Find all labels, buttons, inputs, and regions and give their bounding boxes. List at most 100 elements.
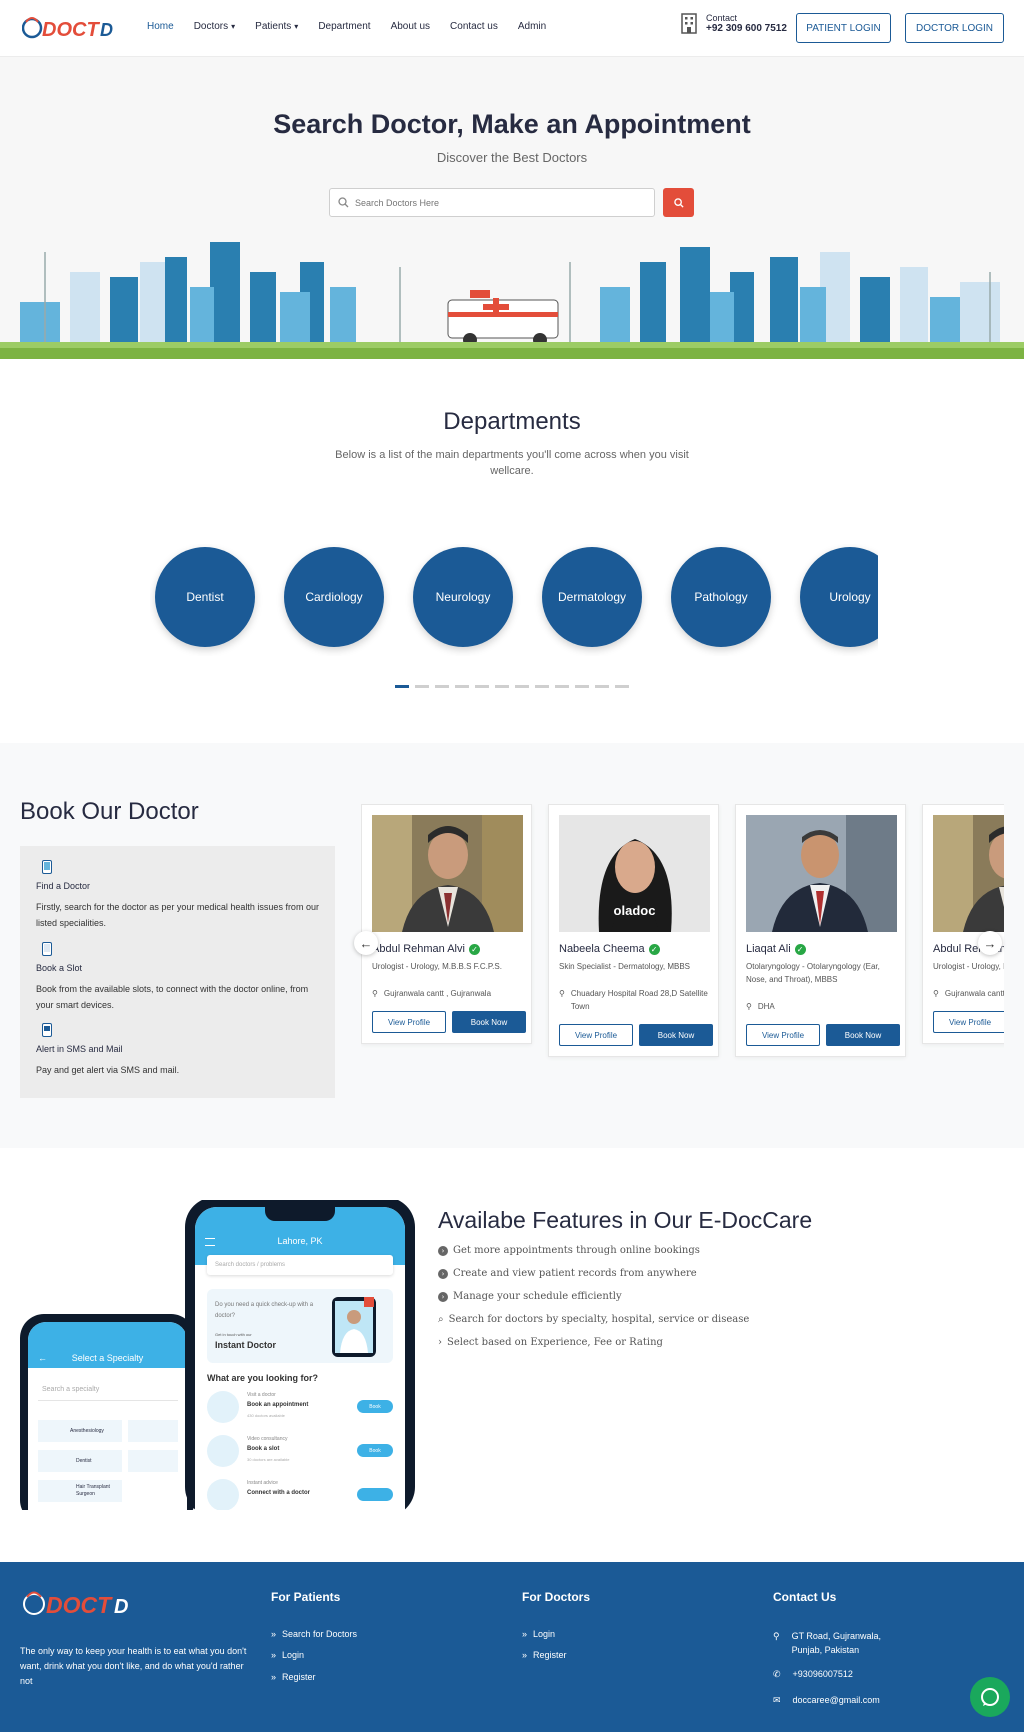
chevron-right-icon: › — [438, 1245, 448, 1256]
doctor-location: ⚲ DHA — [746, 1000, 897, 1013]
footer-doctor-register[interactable]: » Register — [522, 1650, 567, 1660]
doctor-photo — [933, 815, 1004, 932]
phone-back-tile: Dentist — [38, 1450, 122, 1472]
hero-title: Search Doctor, Make an Appointment — [273, 109, 751, 139]
carousel-prev-button[interactable]: ← — [354, 931, 378, 955]
option-book-button: Book — [357, 1400, 393, 1413]
city-skyline-illustration — [0, 242, 1024, 359]
book-now-button[interactable]: Book Now — [639, 1024, 713, 1046]
footer-link-text: Register — [533, 1650, 567, 1660]
nav-patients[interactable]: Patients ▾ — [255, 21, 298, 32]
nav-about[interactable]: About us — [391, 21, 430, 32]
carousel-next-button[interactable]: → — [978, 931, 1002, 955]
phone-back: ← Select a Specialty Search a specialty … — [20, 1314, 195, 1510]
nav-admin[interactable]: Admin — [518, 21, 546, 32]
chevron-right-icon: » — [271, 1629, 277, 1639]
doctor-login-button[interactable]: DOCTOR LOGIN — [905, 13, 1004, 43]
footer-doctor-login[interactable]: » Login — [522, 1629, 555, 1639]
nav-label: Home — [147, 21, 174, 32]
carousel-dot[interactable] — [415, 685, 429, 688]
footer-link-text: Login — [533, 1629, 556, 1639]
footer-logo[interactable]: DOCT D — [22, 1588, 148, 1620]
chevron-right-icon: » — [271, 1672, 277, 1682]
feature-text: Select based on Experience, Fee or Ratin… — [447, 1337, 663, 1348]
carousel-dot[interactable] — [455, 685, 469, 688]
carousel-dot[interactable] — [595, 685, 609, 688]
nav-label: About us — [390, 21, 431, 32]
book-now-button[interactable]: Book Now — [826, 1024, 900, 1046]
option-big: Book an appointment — [247, 1402, 309, 1408]
view-profile-button[interactable]: View Profile — [559, 1024, 633, 1046]
view-profile-button[interactable]: View Profile — [746, 1024, 820, 1046]
patient-login-button[interactable]: PATIENT LOGIN — [796, 13, 891, 43]
main-nav: Home Doctors ▾ Patients ▾ Department About… — [147, 21, 566, 32]
department-pathology[interactable]: Pathology — [671, 547, 771, 647]
carousel-dot[interactable] — [555, 685, 569, 688]
doctor-search-box[interactable] — [329, 188, 655, 217]
chevron-right-icon: › — [438, 1268, 448, 1279]
phone-back-tile: Anesthesiology — [38, 1420, 122, 1442]
doctor-name[interactable]: Liaqat Ali ✓ — [746, 943, 806, 955]
departments-title: Departments — [443, 408, 581, 435]
site-logo[interactable]: DOCT D — [22, 12, 126, 44]
footer-link-text: Search for Doctors — [282, 1629, 358, 1639]
view-profile-button[interactable]: View Profile — [372, 1011, 446, 1033]
feature-item: ⌕ Search for doctors by specialty, hospit… — [438, 1314, 749, 1325]
carousel-dot[interactable] — [535, 685, 549, 688]
footer-address: ⚲ GT Road, Gujranwala, Punjab, Pakistan — [773, 1629, 912, 1657]
nav-doctors[interactable]: Doctors ▾ — [194, 21, 235, 32]
nav-contact[interactable]: Contact us — [450, 21, 498, 32]
phone-search: Search doctors / problems — [207, 1255, 393, 1275]
search-button[interactable] — [663, 188, 694, 217]
doctor-name[interactable]: Abdul Rehman Alvi ✓ — [372, 943, 480, 955]
features-title: Availabe Features in Our E-DocCare — [438, 1207, 813, 1233]
carousel-dot[interactable] — [515, 685, 529, 688]
department-dentist[interactable]: Dentist — [155, 547, 255, 647]
doctor-location: ⚲ Chuadary Hospital Road 28,D Satellite T… — [559, 987, 710, 1013]
department-neurology[interactable]: Neurology — [413, 547, 513, 647]
departments-subtitle: Below is a list of the main departments … — [335, 449, 689, 477]
app-phones-illustration: ← Select a Specialty Search a specialty … — [20, 1200, 415, 1510]
search-icon — [338, 197, 349, 208]
carousel-dot[interactable] — [575, 685, 589, 688]
mail-icon: ✉ — [773, 1695, 781, 1705]
looking-heading: What are you looking for? — [207, 1373, 319, 1383]
feature-item: › Create and view patient records from an… — [438, 1268, 697, 1279]
department-urology[interactable]: Urology — [800, 547, 878, 647]
feature-text: Get more appointments through online boo… — [453, 1245, 700, 1256]
phone-back-header: Select a Specialty — [71, 1353, 144, 1363]
site-header: DOCT D Home Doctors ▾ Patients ▾ Departmen… — [0, 0, 1024, 57]
doctor-specialty: Otolaryngology - Otolaryngology (Ear, No… — [746, 962, 880, 984]
doctor-card: oladoc Nabeela Cheema ✓ Skin Specialist -… — [548, 804, 719, 1057]
header-contact: Contact +92 309 600 7512 — [680, 12, 787, 34]
phone-front: Lahore, PK Search doctors / problems Do … — [185, 1200, 415, 1510]
nav-label: Contact us — [450, 21, 498, 32]
book-now-button[interactable]: Book Now — [452, 1011, 526, 1033]
carousel-dot[interactable] — [495, 685, 509, 688]
doctor-name[interactable]: Nabeela Cheema ✓ — [559, 943, 660, 955]
contact-label: Contact — [706, 12, 738, 23]
chat-button[interactable] — [970, 1677, 1010, 1717]
doctor-cards-carousel: Abdul Rehman Alvi ✓ Urologist - Urology, … — [361, 804, 1004, 1064]
feature-text: Search for doctors by specialty, hospita… — [448, 1314, 750, 1325]
footer-link-search[interactable]: » Search for Doctors — [271, 1629, 357, 1639]
footer-link-register[interactable]: » Register — [271, 1672, 316, 1682]
footer-email[interactable]: ✉ doccaree@gmail.com — [773, 1693, 880, 1707]
chevron-right-icon: › — [438, 1337, 442, 1348]
step-desc: Firstly, search for the doctor as per yo… — [36, 902, 319, 928]
nav-home[interactable]: Home — [147, 21, 174, 32]
doctor-specialty: Skin Specialist - Dermatology, MBBS — [559, 962, 691, 971]
view-profile-button[interactable]: View Profile — [933, 1011, 1004, 1033]
doctor-name-text: Abdul Rehman Alvi — [372, 943, 465, 955]
footer-link-login[interactable]: » Login — [271, 1650, 304, 1660]
carousel-dot[interactable] — [435, 685, 449, 688]
carousel-dot[interactable] — [615, 685, 629, 688]
doctor-search-input[interactable] — [355, 197, 635, 208]
department-cardiology[interactable]: Cardiology — [284, 547, 384, 647]
department-dermatology[interactable]: Dermatology — [542, 547, 642, 647]
carousel-dot[interactable] — [395, 685, 409, 688]
map-marker-icon: ⚲ — [559, 989, 565, 998]
carousel-dot[interactable] — [475, 685, 489, 688]
nav-department[interactable]: Department — [318, 21, 370, 32]
doctor-name-text: Nabeela Cheema — [559, 943, 645, 955]
